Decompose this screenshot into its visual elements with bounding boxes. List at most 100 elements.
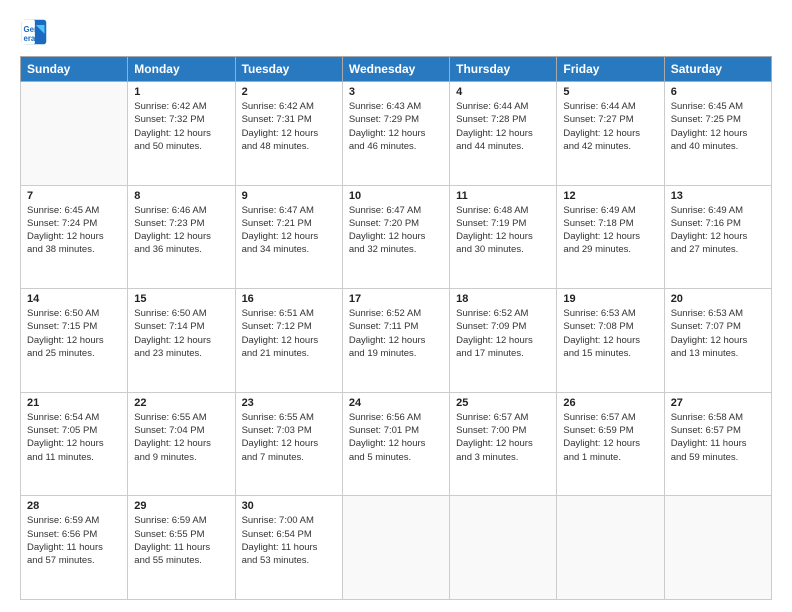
day-cell (342, 496, 449, 600)
day-number: 7 (27, 190, 121, 202)
day-cell: 5 Sunrise: 6:44 AMSunset: 7:27 PMDaylight… (557, 82, 664, 186)
day-detail: Sunrise: 6:42 AMSunset: 7:31 PMDaylight:… (242, 100, 336, 153)
day-cell: 2 Sunrise: 6:42 AMSunset: 7:31 PMDaylight… (235, 82, 342, 186)
day-detail: Sunrise: 6:46 AMSunset: 7:23 PMDaylight:… (134, 204, 228, 257)
day-number: 19 (563, 293, 657, 305)
day-detail: Sunrise: 6:49 AMSunset: 7:16 PMDaylight:… (671, 204, 765, 257)
day-detail: Sunrise: 6:57 AMSunset: 7:00 PMDaylight:… (456, 411, 550, 464)
day-detail: Sunrise: 6:52 AMSunset: 7:09 PMDaylight:… (456, 307, 550, 360)
day-number: 8 (134, 190, 228, 202)
day-number: 27 (671, 397, 765, 409)
day-number: 9 (242, 190, 336, 202)
day-cell: 7 Sunrise: 6:45 AMSunset: 7:24 PMDaylight… (21, 185, 128, 289)
day-cell: 1 Sunrise: 6:42 AMSunset: 7:32 PMDaylight… (128, 82, 235, 186)
week-row-1: 1 Sunrise: 6:42 AMSunset: 7:32 PMDaylight… (21, 82, 772, 186)
day-detail: Sunrise: 6:48 AMSunset: 7:19 PMDaylight:… (456, 204, 550, 257)
day-detail: Sunrise: 6:53 AMSunset: 7:08 PMDaylight:… (563, 307, 657, 360)
day-detail: Sunrise: 6:42 AMSunset: 7:32 PMDaylight:… (134, 100, 228, 153)
day-detail: Sunrise: 6:51 AMSunset: 7:12 PMDaylight:… (242, 307, 336, 360)
day-number: 25 (456, 397, 550, 409)
page: Gen eral SundayMondayTuesdayWednesdayThu… (0, 0, 792, 612)
day-detail: Sunrise: 6:56 AMSunset: 7:01 PMDaylight:… (349, 411, 443, 464)
day-detail: Sunrise: 6:50 AMSunset: 7:14 PMDaylight:… (134, 307, 228, 360)
day-cell: 9 Sunrise: 6:47 AMSunset: 7:21 PMDaylight… (235, 185, 342, 289)
day-cell: 30 Sunrise: 7:00 AMSunset: 6:54 PMDayligh… (235, 496, 342, 600)
day-number: 12 (563, 190, 657, 202)
day-number: 28 (27, 500, 121, 512)
day-number: 26 (563, 397, 657, 409)
day-cell (664, 496, 771, 600)
day-detail: Sunrise: 6:59 AMSunset: 6:55 PMDaylight:… (134, 514, 228, 567)
day-detail: Sunrise: 6:50 AMSunset: 7:15 PMDaylight:… (27, 307, 121, 360)
day-cell (21, 82, 128, 186)
day-number: 6 (671, 86, 765, 98)
weekday-header-wednesday: Wednesday (342, 57, 449, 82)
day-cell: 6 Sunrise: 6:45 AMSunset: 7:25 PMDaylight… (664, 82, 771, 186)
day-detail: Sunrise: 6:58 AMSunset: 6:57 PMDaylight:… (671, 411, 765, 464)
day-number: 15 (134, 293, 228, 305)
day-number: 10 (349, 190, 443, 202)
day-detail: Sunrise: 6:44 AMSunset: 7:28 PMDaylight:… (456, 100, 550, 153)
weekday-header-row: SundayMondayTuesdayWednesdayThursdayFrid… (21, 57, 772, 82)
day-cell (450, 496, 557, 600)
week-row-2: 7 Sunrise: 6:45 AMSunset: 7:24 PMDaylight… (21, 185, 772, 289)
day-number: 2 (242, 86, 336, 98)
day-detail: Sunrise: 6:59 AMSunset: 6:56 PMDaylight:… (27, 514, 121, 567)
day-number: 5 (563, 86, 657, 98)
day-number: 23 (242, 397, 336, 409)
day-cell: 29 Sunrise: 6:59 AMSunset: 6:55 PMDayligh… (128, 496, 235, 600)
day-cell: 10Sunrise: 6:47 AMSunset: 7:20 PMDayligh… (342, 185, 449, 289)
week-row-5: 28 Sunrise: 6:59 AMSunset: 6:56 PMDayligh… (21, 496, 772, 600)
day-number: 4 (456, 86, 550, 98)
day-number: 11 (456, 190, 550, 202)
day-number: 18 (456, 293, 550, 305)
day-detail: Sunrise: 6:52 AMSunset: 7:11 PMDaylight:… (349, 307, 443, 360)
day-detail: Sunrise: 6:53 AMSunset: 7:07 PMDaylight:… (671, 307, 765, 360)
day-cell: 15 Sunrise: 6:50 AMSunset: 7:14 PMDayligh… (128, 289, 235, 393)
day-detail: Sunrise: 7:00 AMSunset: 6:54 PMDaylight:… (242, 514, 336, 567)
day-detail: Sunrise: 6:47 AMSunset: 7:21 PMDaylight:… (242, 204, 336, 257)
day-cell: 28 Sunrise: 6:59 AMSunset: 6:56 PMDayligh… (21, 496, 128, 600)
day-detail: Sunrise: 6:43 AMSunset: 7:29 PMDaylight:… (349, 100, 443, 153)
svg-text:eral: eral (24, 34, 38, 43)
day-cell: 20 Sunrise: 6:53 AMSunset: 7:07 PMDayligh… (664, 289, 771, 393)
day-cell: 23Sunrise: 6:55 AMSunset: 7:03 PMDayligh… (235, 392, 342, 496)
day-cell: 27 Sunrise: 6:58 AMSunset: 6:57 PMDayligh… (664, 392, 771, 496)
weekday-header-monday: Monday (128, 57, 235, 82)
day-cell: 22Sunrise: 6:55 AMSunset: 7:04 PMDayligh… (128, 392, 235, 496)
day-cell: 4 Sunrise: 6:44 AMSunset: 7:28 PMDaylight… (450, 82, 557, 186)
week-row-4: 21Sunrise: 6:54 AMSunset: 7:05 PMDayligh… (21, 392, 772, 496)
day-cell: 16Sunrise: 6:51 AMSunset: 7:12 PMDayligh… (235, 289, 342, 393)
day-number: 22 (134, 397, 228, 409)
day-number: 3 (349, 86, 443, 98)
day-number: 24 (349, 397, 443, 409)
day-number: 21 (27, 397, 121, 409)
day-cell: 11 Sunrise: 6:48 AMSunset: 7:19 PMDayligh… (450, 185, 557, 289)
weekday-header-friday: Friday (557, 57, 664, 82)
logo-icon: Gen eral (20, 18, 48, 46)
logo: Gen eral (20, 18, 52, 46)
day-cell: 19 Sunrise: 6:53 AMSunset: 7:08 PMDayligh… (557, 289, 664, 393)
day-cell: 26 Sunrise: 6:57 AMSunset: 6:59 PMDayligh… (557, 392, 664, 496)
day-number: 20 (671, 293, 765, 305)
day-number: 30 (242, 500, 336, 512)
day-detail: Sunrise: 6:49 AMSunset: 7:18 PMDaylight:… (563, 204, 657, 257)
day-number: 1 (134, 86, 228, 98)
day-detail: Sunrise: 6:45 AMSunset: 7:24 PMDaylight:… (27, 204, 121, 257)
day-detail: Sunrise: 6:45 AMSunset: 7:25 PMDaylight:… (671, 100, 765, 153)
day-cell: 17 Sunrise: 6:52 AMSunset: 7:11 PMDayligh… (342, 289, 449, 393)
day-detail: Sunrise: 6:57 AMSunset: 6:59 PMDaylight:… (563, 411, 657, 464)
day-number: 17 (349, 293, 443, 305)
day-cell: 3 Sunrise: 6:43 AMSunset: 7:29 PMDaylight… (342, 82, 449, 186)
svg-text:Gen: Gen (24, 25, 39, 34)
day-detail: Sunrise: 6:44 AMSunset: 7:27 PMDaylight:… (563, 100, 657, 153)
day-cell (557, 496, 664, 600)
day-cell: 12 Sunrise: 6:49 AMSunset: 7:18 PMDayligh… (557, 185, 664, 289)
header: Gen eral (20, 18, 772, 46)
day-cell: 8 Sunrise: 6:46 AMSunset: 7:23 PMDaylight… (128, 185, 235, 289)
day-number: 29 (134, 500, 228, 512)
day-cell: 18 Sunrise: 6:52 AMSunset: 7:09 PMDayligh… (450, 289, 557, 393)
day-cell: 25 Sunrise: 6:57 AMSunset: 7:00 PMDayligh… (450, 392, 557, 496)
day-cell: 21Sunrise: 6:54 AMSunset: 7:05 PMDayligh… (21, 392, 128, 496)
weekday-header-saturday: Saturday (664, 57, 771, 82)
